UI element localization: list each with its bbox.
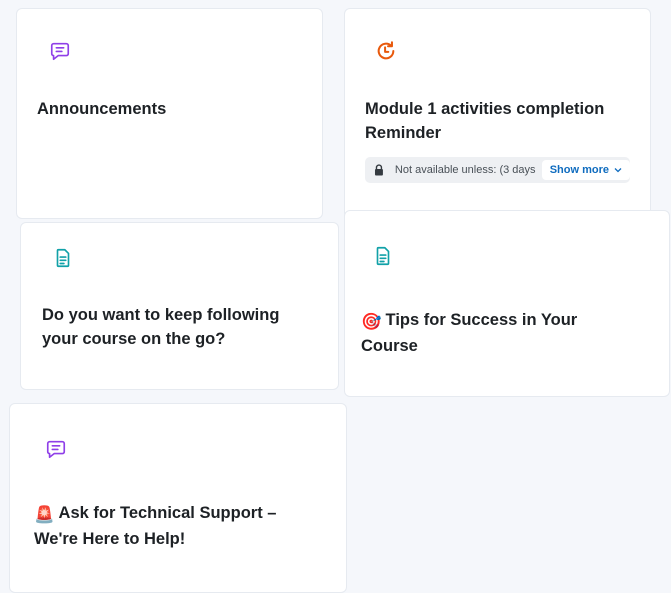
activity-title[interactable]: 🎯 Tips for Success in Your Course <box>361 308 631 358</box>
page-icon <box>376 246 390 266</box>
activity-title[interactable]: Do you want to keep following your cours… <box>42 303 312 351</box>
lock-icon <box>374 164 383 176</box>
activity-card-tips[interactable]: 🎯 Tips for Success in Your Course <box>344 210 670 397</box>
clock-reminder-icon <box>377 41 395 60</box>
activity-title[interactable]: Announcements <box>37 97 307 121</box>
target-emoji-icon: 🎯 <box>361 313 382 331</box>
activity-card-reminder[interactable]: Module 1 activities completion Reminder … <box>344 8 651 219</box>
forum-icon <box>50 42 70 61</box>
siren-emoji-icon: 🚨 <box>34 506 55 524</box>
forum-icon <box>46 440 66 459</box>
activity-card-mobile-app[interactable]: Do you want to keep following your cours… <box>20 222 339 390</box>
restriction-text: Not available unless: (3 days ... <box>394 164 538 176</box>
activity-title[interactable]: Module 1 activities completion Reminder <box>365 97 630 145</box>
activity-title[interactable]: 🚨 Ask for Technical Support – We're Here … <box>34 501 324 551</box>
page-icon <box>56 248 70 268</box>
show-more-button[interactable]: Show more <box>541 160 630 180</box>
activity-card-announcements[interactable]: Announcements <box>16 8 323 219</box>
activity-title-text: Tips for Success in Your Course <box>361 311 578 355</box>
activity-title-text: Ask for Technical Support – We're Here t… <box>34 504 277 548</box>
chevron-down-icon <box>614 168 622 173</box>
activity-card-support[interactable]: 🚨 Ask for Technical Support – We're Here … <box>9 403 347 593</box>
availability-restriction: Not available unless: (3 days ... Show m… <box>365 157 630 183</box>
show-more-label: Show more <box>549 164 609 176</box>
